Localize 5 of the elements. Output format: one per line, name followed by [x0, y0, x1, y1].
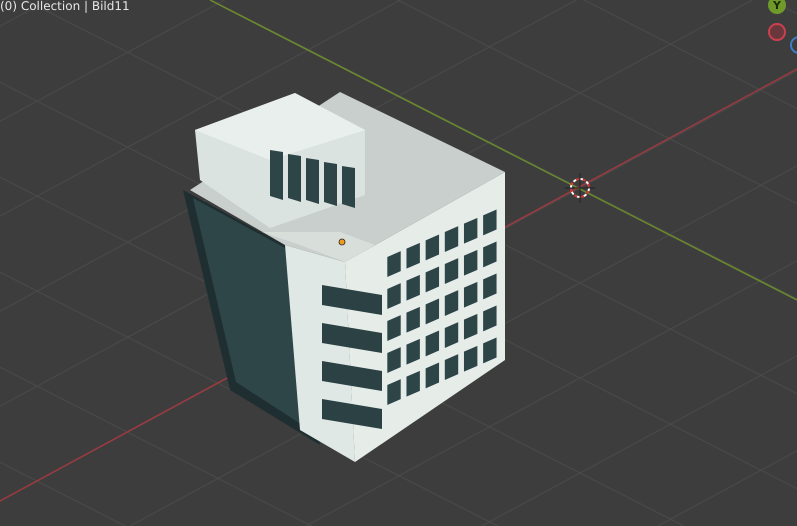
negative-x-gizmo-button[interactable] [768, 23, 786, 41]
y-axis-gizmo-button[interactable]: Y [768, 0, 786, 14]
object-info-label: (0) Collection | Bild11 [0, 0, 130, 13]
3d-cursor-icon [564, 172, 596, 204]
origin-dot [338, 238, 346, 246]
